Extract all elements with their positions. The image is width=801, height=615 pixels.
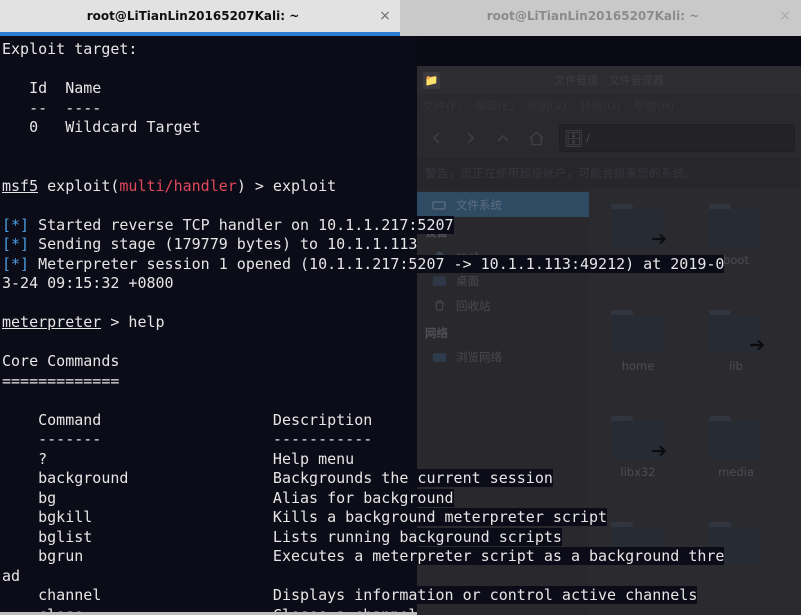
menu-go[interactable]: 转到(G) <box>580 98 621 114</box>
path-bar[interactable]: 🗄 / <box>559 124 795 152</box>
sidebar-item-browse-network[interactable]: 浏览网络 <box>417 344 589 369</box>
desktop-icon <box>431 274 447 288</box>
path-text: / <box>586 131 590 145</box>
folder-icon <box>611 522 665 566</box>
back-icon[interactable] <box>423 124 451 152</box>
terminal-tab-label: root@LiTianLin20165207Kali: ~ <box>486 9 700 23</box>
root-warning-banner: 警告，您正在使用超级帐户，可能会损害您的系统。 <box>417 158 801 188</box>
sidebar-item-label: 回收站 <box>456 298 491 313</box>
file-item-label: lib <box>729 359 743 373</box>
folder-icon: 📁 <box>423 71 440 89</box>
close-icon[interactable]: × <box>770 9 800 23</box>
sidebar-item-label: 桌面 <box>456 273 479 288</box>
file-item-boot[interactable]: boot <box>687 198 785 304</box>
symlink-arrow-icon: ➔ <box>651 440 667 462</box>
symlink-arrow-icon: ➔ <box>651 228 667 250</box>
file-manager-window[interactable]: 📁 文件管理 · 文件管理器 文件(F) 编辑(E) 视图(V) 转到(G) 帮… <box>417 66 801 615</box>
menu-view[interactable]: 视图(V) <box>527 98 567 114</box>
file-manager-title: 文件管理 · 文件管理器 <box>554 74 664 87</box>
sidebar-item-label: root <box>456 248 480 263</box>
folder-icon <box>709 204 763 248</box>
sidebar-header-devices: 设备 <box>425 225 448 239</box>
terminal-tab-1[interactable]: root@LiTianLin20165207Kali: ~ × <box>0 0 400 36</box>
home-icon <box>431 249 447 263</box>
file-item-label: bin <box>629 253 647 267</box>
file-item-libx32[interactable]: ➔ libx32 <box>589 410 687 516</box>
sidebar-item-desktop[interactable]: 桌面 <box>417 268 589 293</box>
menu-edit[interactable]: 编辑(E) <box>475 98 514 114</box>
folder-icon <box>709 522 763 566</box>
file-item-bin[interactable]: ➔ bin <box>589 198 687 304</box>
file-item-label: libx32 <box>620 465 656 479</box>
file-manager-menubar[interactable]: 文件(F) 编辑(E) 视图(V) 转到(G) 帮助(H) <box>417 94 801 118</box>
folder-icon: ➔ <box>709 310 765 356</box>
terminal-viewport[interactable] <box>0 36 417 615</box>
home-icon[interactable] <box>522 124 550 152</box>
file-item-label: boot <box>723 253 749 267</box>
sidebar-item-label: 文件系统 <box>456 197 502 212</box>
file-item-7[interactable] <box>589 516 687 615</box>
file-manager-toolbar[interactable]: 🗄 / <box>417 118 801 158</box>
up-icon[interactable] <box>489 124 517 152</box>
folder-icon: ➔ <box>611 416 667 462</box>
menu-help[interactable]: 帮助(H) <box>634 98 675 114</box>
sidebar-header-network: 网络 <box>425 326 448 340</box>
sidebar-item-root[interactable]: root <box>417 243 589 268</box>
file-item-media[interactable]: media <box>687 410 785 516</box>
file-manager-body: 文件系统 设备 root 桌面 回收站 网络 浏览网络 ➔ bin boot h… <box>417 188 801 615</box>
file-item-8[interactable] <box>687 516 785 615</box>
file-manager-sidebar[interactable]: 文件系统 设备 root 桌面 回收站 网络 浏览网络 <box>417 188 589 615</box>
sidebar-item-label: 浏览网络 <box>456 349 502 364</box>
terminal-tabbar[interactable]: root@LiTianLin20165207Kali: ~ × root@LiT… <box>0 0 801 36</box>
trash-icon <box>431 299 447 313</box>
forward-icon[interactable] <box>456 124 484 152</box>
drive-icon <box>431 198 447 212</box>
terminal-tab-2[interactable]: root@LiTianLin20165207Kali: ~ × <box>400 0 800 36</box>
network-icon <box>431 350 447 364</box>
folder-icon <box>709 416 763 460</box>
menu-file[interactable]: 文件(F) <box>423 98 462 114</box>
file-item-label: media <box>718 465 754 479</box>
file-list-area[interactable]: ➔ bin boot home ➔ lib ➔ libx32 media <box>589 188 801 615</box>
sidebar-item-filesystem[interactable]: 文件系统 <box>417 192 589 217</box>
file-item-home[interactable]: home <box>589 304 687 410</box>
file-item-label: home <box>621 359 655 373</box>
close-icon[interactable]: × <box>370 9 400 23</box>
drive-icon: 🗄 <box>563 128 584 148</box>
symlink-arrow-icon: ➔ <box>749 334 765 356</box>
sidebar-item-trash[interactable]: 回收站 <box>417 293 589 318</box>
folder-icon: ➔ <box>611 204 667 250</box>
file-manager-titlebar: 📁 文件管理 · 文件管理器 <box>417 66 801 94</box>
terminal-tab-label: root@LiTianLin20165207Kali: ~ <box>86 9 300 23</box>
file-item-lib[interactable]: ➔ lib <box>687 304 785 410</box>
folder-icon <box>611 310 665 354</box>
